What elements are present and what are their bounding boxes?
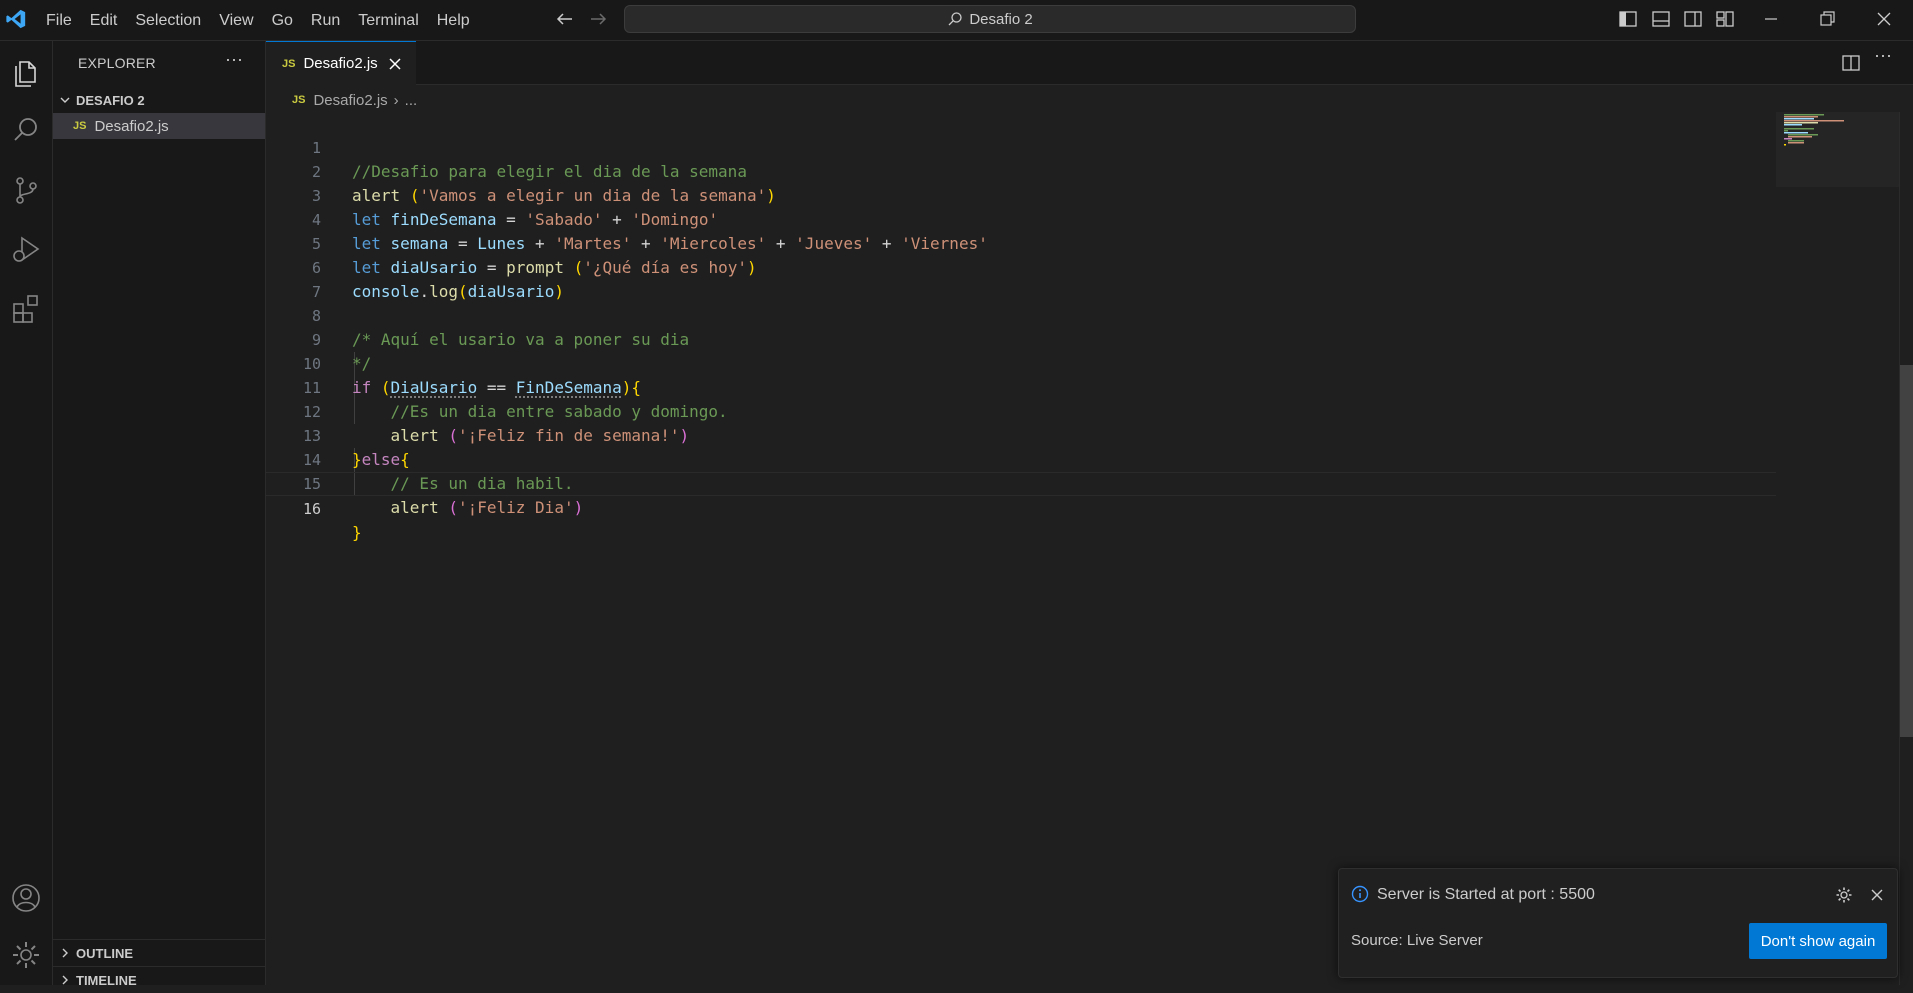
- code-editor[interactable]: 1 //Desafio para elegir el dia de la sem…: [266, 112, 1776, 985]
- forward-arrow-icon[interactable]: [587, 8, 609, 30]
- chevron-right-icon: [60, 948, 70, 958]
- accounts-icon[interactable]: [9, 881, 43, 915]
- chevron-down-icon: [60, 95, 70, 105]
- close-window-icon[interactable]: [1873, 8, 1895, 30]
- line-number: 16: [266, 497, 321, 521]
- menu-file[interactable]: File: [37, 0, 81, 41]
- back-arrow-icon[interactable]: [554, 8, 576, 30]
- breadcrumb-separator: ›: [394, 92, 399, 109]
- js-file-icon: JS: [292, 94, 305, 106]
- customize-layout-icon[interactable]: [1714, 8, 1736, 30]
- file-desafio2-js[interactable]: JS Desafio2.js: [53, 113, 265, 139]
- info-icon: [1351, 885, 1369, 903]
- menu-selection[interactable]: Selection: [126, 0, 210, 41]
- notification-source: Source: Live Server: [1351, 932, 1483, 949]
- restore-icon[interactable]: [1816, 8, 1838, 30]
- code-line: 3 let finDeSemana = 'Sabado' + 'Domingo': [266, 160, 1776, 184]
- command-center-label: Desafio 2: [969, 11, 1032, 28]
- tab-desafio2-js[interactable]: JS Desafio2.js: [266, 41, 416, 85]
- search-icon: [947, 11, 963, 27]
- menu-bar: File Edit Selection View Go Run Terminal…: [37, 0, 479, 41]
- code-line: 15 alert ('¡Feliz Dia'): [266, 448, 1776, 472]
- explorer-files-icon[interactable]: [9, 54, 43, 88]
- code-line: 11 //Es un dia entre sabado y domingo.: [266, 352, 1776, 376]
- code-line: 14 // Es un dia habil.: [266, 424, 1776, 448]
- menu-run[interactable]: Run: [302, 0, 349, 41]
- code-line: 6 console.log(diaUsario): [266, 232, 1776, 256]
- chevron-right-icon: [60, 975, 70, 985]
- menu-go[interactable]: Go: [263, 0, 302, 41]
- tab-label: Desafio2.js: [303, 55, 377, 72]
- title-bar: File Edit Selection View Go Run Terminal…: [0, 0, 1913, 41]
- search-icon[interactable]: [9, 113, 43, 147]
- extensions-icon[interactable]: [9, 291, 43, 325]
- activity-bar: [0, 41, 53, 985]
- editor-more-actions-icon[interactable]: ···: [1874, 45, 1892, 66]
- explorer-sidebar: EXPLORER ··· DESAFIO 2 JS Desafio2.js OU…: [53, 41, 266, 985]
- timeline-label: TIMELINE: [76, 973, 137, 988]
- code-line: 12 alert ('¡Feliz fin de semana!'): [266, 376, 1776, 400]
- menu-terminal[interactable]: Terminal: [349, 0, 427, 41]
- timeline-section[interactable]: TIMELINE: [53, 966, 265, 993]
- code-line: 9 */: [266, 304, 1776, 328]
- breadcrumb-more[interactable]: ...: [405, 92, 418, 109]
- code-line: 5 let diaUsario = prompt ('¿Qué día es h…: [266, 208, 1776, 232]
- editor-tab-bar: JS Desafio2.js ···: [266, 41, 1913, 85]
- menu-view[interactable]: View: [210, 0, 262, 41]
- js-file-icon: JS: [282, 58, 295, 70]
- file-name: Desafio2.js: [94, 118, 168, 135]
- run-debug-icon[interactable]: [9, 232, 43, 266]
- code-line: 4 let semana = Lunes + 'Martes' + 'Mierc…: [266, 184, 1776, 208]
- code-line: 1 //Desafio para elegir el dia de la sem…: [266, 112, 1776, 136]
- menu-help[interactable]: Help: [428, 0, 479, 41]
- code-line: 10 if (DiaUsario == FinDeSemana){: [266, 328, 1776, 352]
- vertical-scrollbar-thumb[interactable]: [1900, 365, 1913, 737]
- minimize-icon[interactable]: [1760, 8, 1782, 30]
- code-line: 8 /* Aquí el usario va a poner su dia: [266, 280, 1776, 304]
- menu-edit[interactable]: Edit: [81, 0, 127, 41]
- notification-message: Server is Started at port : 5500: [1377, 886, 1595, 904]
- toggle-primary-sidebar-icon[interactable]: [1617, 8, 1639, 30]
- close-notification-icon[interactable]: [1869, 887, 1885, 903]
- more-actions-icon[interactable]: ···: [225, 49, 243, 70]
- close-tab-icon[interactable]: [388, 57, 402, 71]
- code-line: 13 }else{: [266, 400, 1776, 424]
- source-control-icon[interactable]: [9, 173, 43, 207]
- dont-show-again-button[interactable]: Don't show again: [1749, 923, 1887, 959]
- js-file-icon: JS: [73, 120, 86, 132]
- notification-settings-gear-icon[interactable]: [1835, 886, 1853, 904]
- code-line: 2 alert ('Vamos a elegir un dia de la se…: [266, 136, 1776, 160]
- code-line-current: 16 }: [266, 472, 1776, 496]
- split-editor-icon[interactable]: [1841, 53, 1861, 73]
- code-line: 7: [266, 256, 1776, 280]
- sidebar-title: EXPLORER: [78, 55, 156, 71]
- minimap-preview: [1776, 112, 1900, 187]
- toggle-secondary-sidebar-icon[interactable]: [1682, 8, 1704, 30]
- breadcrumb-file[interactable]: Desafio2.js: [313, 92, 387, 109]
- command-center-search[interactable]: Desafio 2: [624, 5, 1356, 33]
- toggle-panel-icon[interactable]: [1650, 8, 1672, 30]
- breadcrumb: JS Desafio2.js › ...: [266, 88, 417, 112]
- outline-section[interactable]: OUTLINE: [53, 939, 265, 966]
- notification-toast: Server is Started at port : 5500 Source:…: [1338, 868, 1898, 978]
- vscode-logo-icon: [5, 8, 27, 30]
- minimap[interactable]: [1776, 112, 1900, 187]
- outline-label: OUTLINE: [76, 946, 133, 961]
- manage-gear-icon[interactable]: [9, 938, 43, 972]
- folder-desafio-2[interactable]: DESAFIO 2: [53, 89, 265, 111]
- folder-name: DESAFIO 2: [76, 93, 145, 108]
